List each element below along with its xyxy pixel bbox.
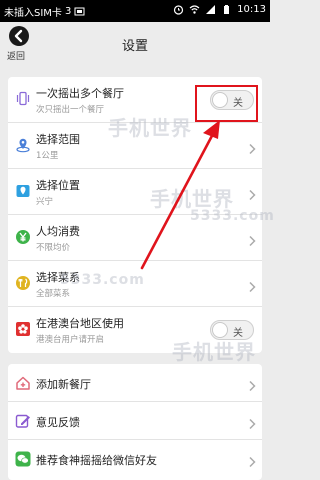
battery-icon [221, 4, 232, 15]
chevron-right-icon [248, 278, 256, 293]
setting-row-add-restaurant[interactable]: 添加新餐厅 [8, 364, 262, 402]
chevron-right-icon [248, 140, 256, 155]
setting-subtitle: 港澳台用户请开启 [36, 335, 105, 345]
alarm-icon [173, 4, 184, 15]
notification-icon [74, 6, 85, 17]
chevron-right-icon [248, 453, 256, 468]
wechat-icon [15, 451, 31, 467]
clock-time: 10:13 [237, 4, 266, 15]
setting-title: 意见反馈 [36, 416, 80, 429]
setting-subtitle: 兴宁 [36, 197, 54, 207]
hk-flower-icon [15, 321, 31, 337]
carrier-text: 未插入SIM卡 [4, 8, 62, 19]
status-bar: 未插入SIM卡 3 10:13 [0, 0, 270, 22]
edit-icon [15, 413, 31, 429]
setting-title: 选择位置 [36, 179, 80, 192]
home-add-icon [15, 375, 31, 391]
yen-icon [15, 229, 31, 245]
setting-subtitle: 全部菜系 [36, 289, 71, 299]
location-range-icon [15, 137, 31, 153]
signal-icon [205, 4, 216, 15]
setting-title: 添加新餐厅 [36, 378, 91, 391]
settings-card-actions: 添加新餐厅 意见反馈 推荐食神摇摇给微信好友 [8, 364, 262, 480]
annotation-highlight-box [195, 85, 258, 122]
setting-row-recommend-wechat[interactable]: 推荐食神摇摇给微信好友 [8, 440, 262, 478]
setting-row-feedback[interactable]: 意见反馈 [8, 402, 262, 440]
app-header: 返回 设置 [0, 22, 270, 66]
setting-title: 选择范围 [36, 133, 80, 146]
setting-subtitle: 次只摇出一个餐厅 [36, 105, 105, 115]
setting-subtitle: 不限均价 [36, 243, 71, 253]
chevron-right-icon [248, 232, 256, 247]
page-title: 设置 [121, 39, 148, 54]
cuisine-icon [15, 275, 31, 291]
watermark-text: 手机世界 [172, 340, 256, 364]
carrier-number: 3 [64, 6, 72, 17]
watermark-url: 5333.com [190, 208, 275, 224]
phone-shake-icon [15, 91, 31, 107]
setting-title: 推荐食神摇摇给微信好友 [36, 454, 157, 467]
watermark-url: 5333.com [60, 272, 145, 288]
setting-title: 人均消费 [36, 225, 80, 238]
chevron-right-icon [248, 186, 256, 201]
map-pin-icon [15, 183, 31, 199]
chevron-right-icon [248, 377, 256, 392]
chevron-right-icon [248, 415, 256, 430]
setting-subtitle: 1公里 [36, 151, 59, 161]
setting-title: 一次摇出多个餐厅 [36, 87, 124, 100]
setting-title: 在港澳台地区使用 [36, 317, 124, 330]
watermark-text: 手机世界 [108, 116, 192, 140]
wifi-icon [189, 4, 200, 15]
